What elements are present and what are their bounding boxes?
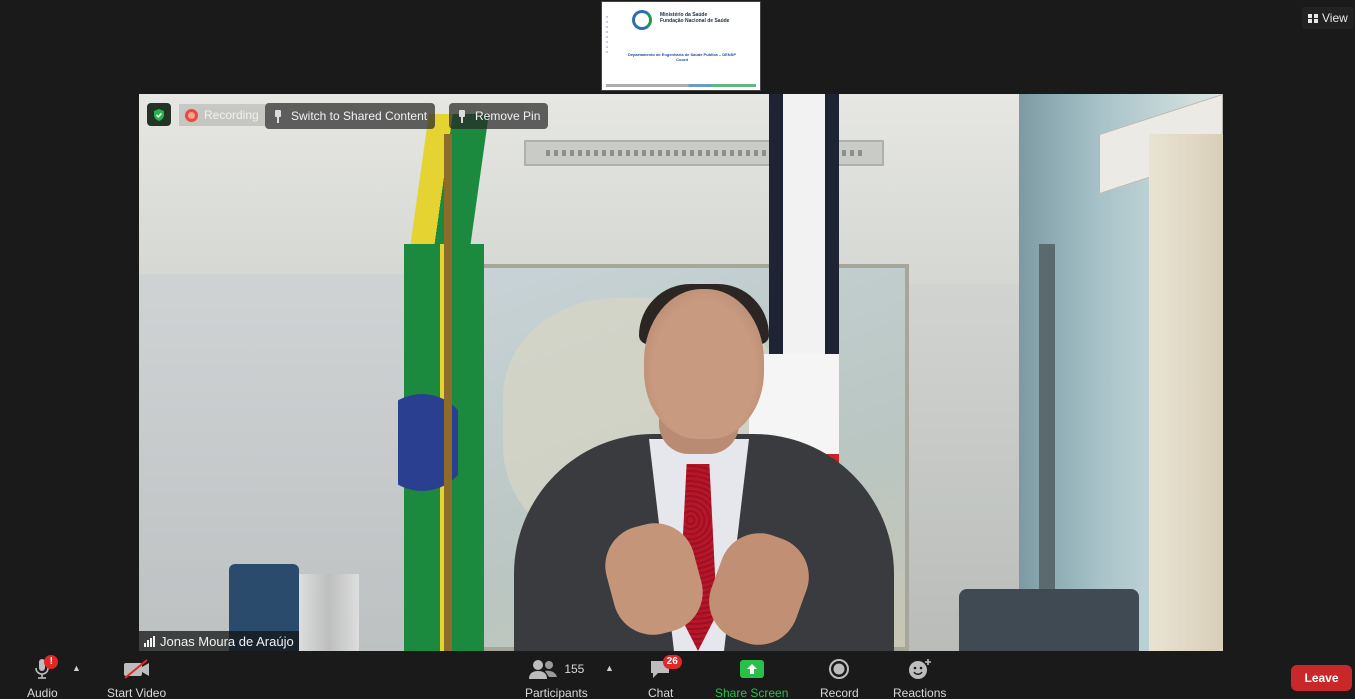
thumb-decoration (606, 16, 608, 56)
recording-label: Recording (204, 108, 259, 122)
smiley-plus-icon (907, 655, 933, 683)
audio-warning-badge: ! (44, 655, 59, 669)
reactions-button[interactable]: Reactions (893, 655, 946, 699)
zoom-meeting-window: Ministério da Saúde Fundação Nacional de… (0, 0, 1355, 699)
chat-icon: 26 (649, 655, 682, 683)
video-off-icon (122, 655, 152, 683)
signal-strength-icon (144, 635, 155, 647)
leave-label: Leave (1304, 671, 1339, 685)
video-glass (299, 574, 359, 651)
participants-button[interactable]: 155 Participants (525, 655, 588, 699)
switch-label: Switch to Shared Content (291, 109, 428, 123)
thumb-org: Ministério da Saúde Fundação Nacional de… (660, 12, 755, 24)
start-video-label: Start Video (107, 686, 167, 699)
share-screen-label: Share Screen (715, 686, 789, 699)
video-curtain (1149, 134, 1223, 651)
funasa-logo-icon (632, 10, 652, 30)
thumb-footer-bar (606, 84, 756, 87)
view-label: View (1322, 11, 1348, 25)
chat-label: Chat (648, 686, 674, 699)
thumb-dept: Departamento de Engenharia de Saúde Públ… (622, 52, 742, 62)
start-video-button[interactable]: Start Video (107, 655, 166, 699)
chat-unread-badge: 26 (662, 655, 682, 669)
speaker-head (644, 289, 764, 439)
encryption-shield-icon[interactable] (147, 103, 171, 126)
remove-pin-button[interactable]: Remove Pin (449, 103, 549, 129)
recording-dot-icon (185, 108, 198, 122)
audio-options-caret-icon[interactable]: ▲ (72, 663, 81, 673)
view-button[interactable]: View (1302, 7, 1354, 29)
microphone-icon: ! (34, 655, 59, 683)
leave-button[interactable]: Leave (1291, 665, 1352, 691)
switch-to-shared-content-button[interactable]: Switch to Shared Content (265, 103, 436, 129)
video-sofa (959, 589, 1139, 651)
grid-icon (1308, 13, 1318, 23)
video-flag-pole (444, 134, 452, 651)
thumb-org-line2: Fundação Nacional de Saúde (660, 18, 730, 24)
participants-options-caret-icon[interactable]: ▲ (605, 663, 614, 673)
shared-content-thumbnail[interactable]: Ministério da Saúde Fundação Nacional de… (601, 1, 761, 91)
participants-label: Participants (525, 686, 588, 699)
reactions-label: Reactions (893, 686, 947, 699)
recording-indicator[interactable]: Recording (179, 104, 265, 126)
thumb-sub-line: Coord (676, 57, 688, 62)
participants-icon: 155 (528, 655, 584, 683)
pin-icon (273, 109, 283, 123)
share-screen-button[interactable]: Share Screen (715, 655, 788, 699)
chat-button[interactable]: 26 Chat (648, 655, 682, 699)
speaker-video[interactable]: Recording Switch to Shared Content Remov… (139, 94, 1223, 651)
participant-name: Jonas Moura de Araújo (160, 633, 294, 649)
audio-label: Audio (27, 686, 58, 699)
meeting-toolbar: ! Audio ▲ Start Video 155 Participants ▲… (0, 651, 1355, 699)
share-screen-icon (739, 655, 765, 683)
record-button[interactable]: Record (820, 655, 859, 699)
participant-name-tag: Jonas Moura de Araújo (139, 631, 299, 651)
remove-pin-label: Remove Pin (475, 109, 541, 123)
record-icon (828, 655, 850, 683)
record-label: Record (820, 686, 859, 699)
pin-icon (457, 109, 467, 123)
participants-count: 155 (564, 662, 585, 676)
audio-button[interactable]: ! Audio (27, 655, 59, 699)
